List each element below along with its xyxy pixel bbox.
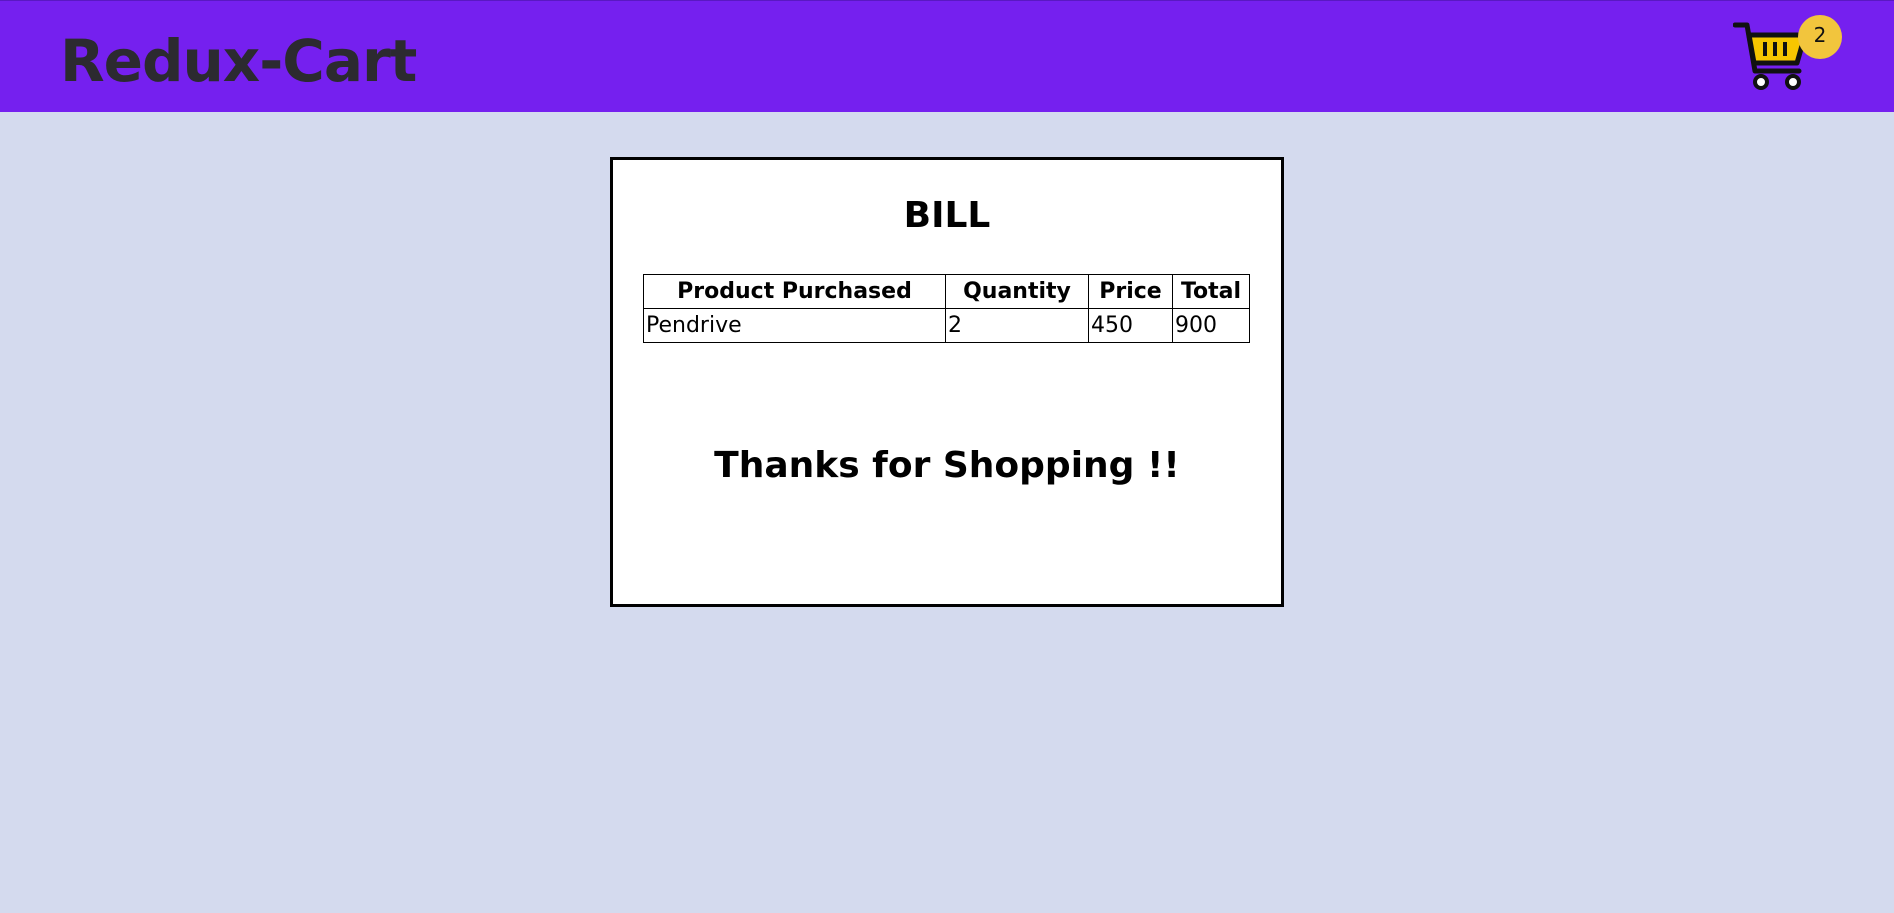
table-header-row: Product Purchased Quantity Price Total xyxy=(643,274,1250,309)
cell-quantity: 2 xyxy=(945,308,1089,343)
column-header-quantity: Quantity xyxy=(945,274,1089,309)
cart-count-badge: 2 xyxy=(1798,15,1842,59)
cart-button[interactable]: 2 xyxy=(1733,15,1845,91)
table-row: Pendrive 2 450 900 xyxy=(643,308,1250,343)
bill-title: BILL xyxy=(903,195,991,236)
column-header-product: Product Purchased xyxy=(643,274,946,309)
cell-total: 900 xyxy=(1172,308,1250,343)
column-header-price: Price xyxy=(1088,274,1173,309)
cell-product: Pendrive xyxy=(643,308,946,343)
shopping-cart-icon xyxy=(1733,22,1808,90)
cell-price: 450 xyxy=(1088,308,1173,343)
bill-table: Product Purchased Quantity Price Total P… xyxy=(643,274,1250,343)
thanks-message: Thanks for Shopping !! xyxy=(714,445,1180,486)
column-header-total: Total xyxy=(1172,274,1250,309)
bill-card: BILL Product Purchased Quantity Price To… xyxy=(610,157,1284,607)
brand-title[interactable]: Redux-Cart xyxy=(60,25,417,97)
navbar: Redux-Cart 2 xyxy=(0,0,1894,112)
